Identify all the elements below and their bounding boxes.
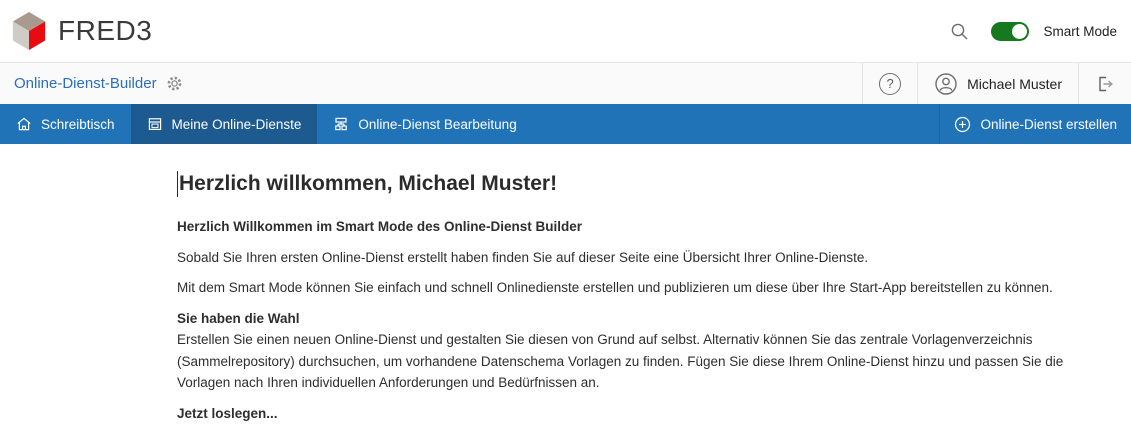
help-button[interactable]: ? <box>862 63 917 104</box>
tab-label: Meine Online-Dienste <box>172 117 302 132</box>
main-content: Herzlich willkommen, Michael Muster! Her… <box>0 144 1131 428</box>
header-actions: Smart Mode <box>950 22 1117 41</box>
tab-label: Schreibtisch <box>41 117 115 132</box>
choice-body: Erstellen Sie einen neuen Online-Dienst … <box>177 329 1119 394</box>
start-subheading: Jetzt loslegen... <box>177 403 1119 425</box>
search-icon[interactable] <box>950 22 969 41</box>
section-start: Jetzt loslegen... Klicken Sie einfach ob… <box>177 403 1119 428</box>
create-online-dienst-button[interactable]: Online-Dienst erstellen <box>939 104 1131 144</box>
fred3-cube-icon <box>10 10 48 52</box>
help-icon: ? <box>879 73 901 95</box>
text-caret <box>177 171 178 197</box>
smart-mode-toggle[interactable] <box>991 22 1029 41</box>
logout-icon <box>1095 74 1115 94</box>
main-nav: Schreibtisch Meine Online-Dienste Online… <box>0 104 1131 144</box>
tab-online-dienst-bearbeitung[interactable]: Online-Dienst Bearbeitung <box>317 104 532 144</box>
welcome-text-area: Herzlich willkommen, Michael Muster! Her… <box>177 171 1119 428</box>
intro-subheading: Herzlich Willkommen im Smart Mode des On… <box>177 216 1119 238</box>
sitemap-icon <box>333 116 349 132</box>
user-menu[interactable]: Michael Muster <box>917 63 1078 104</box>
tab-label: Online-Dienst Bearbeitung <box>358 117 516 132</box>
tab-schreibtisch[interactable]: Schreibtisch <box>0 104 131 144</box>
logout-button[interactable] <box>1078 63 1131 104</box>
welcome-title: Herzlich willkommen, Michael Muster! <box>179 172 557 196</box>
subheader-left: Online-Dienst-Builder <box>0 75 183 92</box>
choice-subheading: Sie haben die Wahl <box>177 308 1119 330</box>
home-icon <box>16 116 32 132</box>
section-choice: Sie haben die Wahl Erstellen Sie einen n… <box>177 308 1119 394</box>
settings-gear-icon[interactable] <box>166 75 183 92</box>
plus-circle-icon <box>954 116 971 133</box>
subheader-right: ? Michael Muster <box>862 63 1131 104</box>
create-label: Online-Dienst erstellen <box>980 117 1117 132</box>
tab-meine-online-dienste[interactable]: Meine Online-Dienste <box>131 104 318 144</box>
brand-logo: FRED3 <box>10 10 152 52</box>
smart-mode-label: Smart Mode <box>1043 24 1117 39</box>
subheader: Online-Dienst-Builder ? Michael Muster <box>0 62 1131 104</box>
welcome-heading: Herzlich willkommen, Michael Muster! <box>177 171 1119 197</box>
user-name: Michael Muster <box>967 76 1062 92</box>
nav-spacer <box>533 104 940 144</box>
app-title[interactable]: Online-Dienst-Builder <box>14 75 157 92</box>
start-body: Klicken Sie einfach oben rechts in der b… <box>177 424 1119 428</box>
table-window-icon <box>147 116 163 132</box>
toggle-knob <box>1012 24 1027 39</box>
brand-name: FRED3 <box>58 15 152 47</box>
paragraph-smart-mode: Mit dem Smart Mode können Sie einfach un… <box>177 277 1119 299</box>
user-icon <box>934 72 958 96</box>
paragraph-overview: Sobald Sie Ihren ersten Online-Dienst er… <box>177 247 1119 269</box>
app-header: FRED3 Smart Mode <box>0 0 1131 62</box>
